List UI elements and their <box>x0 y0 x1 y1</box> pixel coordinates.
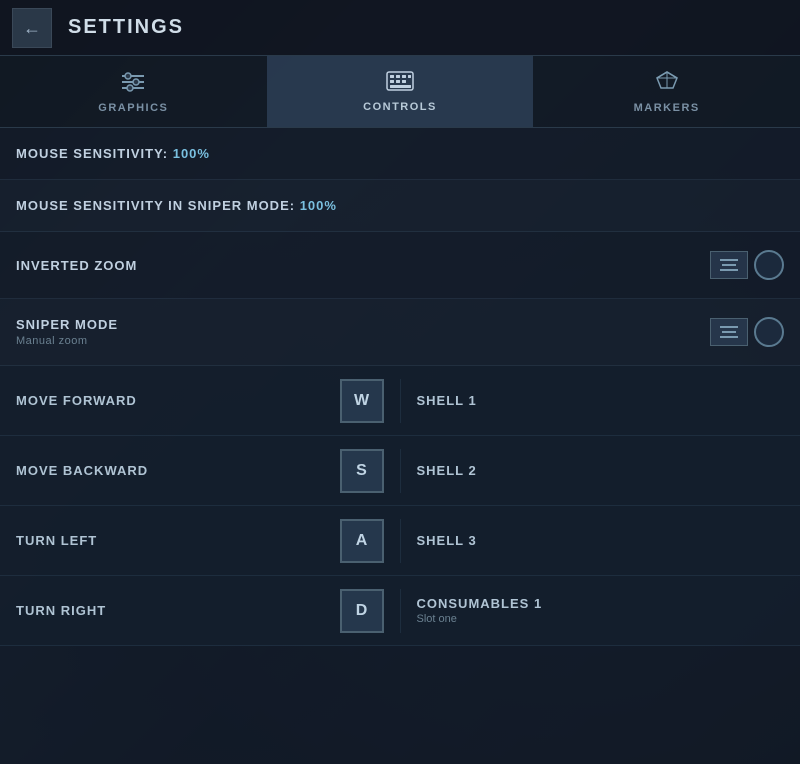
tab-controls[interactable]: CONTROLS <box>267 56 534 127</box>
move-backward-label: MOVE BACKWARD <box>16 463 340 478</box>
header: ← SETTINGS <box>0 0 800 56</box>
toggle-circle <box>754 250 784 280</box>
sniper-mode-toggle[interactable] <box>710 317 784 347</box>
move-forward-label: MOVE FORWARD <box>16 393 340 408</box>
keybind-left-3: TURN RIGHT D <box>0 589 401 633</box>
shell1-label: SHELL 1 <box>417 393 785 408</box>
tab-graphics-label: GRAPHICS <box>98 102 168 114</box>
shell2-label: SHELL 2 <box>417 463 785 478</box>
consumables1-group: CONSUMABLES 1 Slot one <box>417 596 785 625</box>
sniper-toggle-lines-icon <box>710 318 748 346</box>
tab-graphics[interactable]: GRAPHICS <box>0 56 267 127</box>
move-backward-key[interactable]: S <box>340 449 384 493</box>
keybind-row-1: MOVE BACKWARD S SHELL 2 <box>0 436 800 506</box>
sniper-mode-label: SNIPER MODE <box>16 317 118 332</box>
sniper-mode-sublabel: Manual zoom <box>16 335 118 347</box>
keybind-row-2: TURN LEFT A SHELL 3 <box>0 506 800 576</box>
controls-icon <box>386 71 414 97</box>
keybind-section: MOVE FORWARD W SHELL 1 MOVE BACKWARD S <box>0 366 800 646</box>
graphics-icon <box>120 70 146 98</box>
turn-right-label: TURN RIGHT <box>16 603 340 618</box>
consumables1-label: CONSUMABLES 1 <box>417 596 785 611</box>
mouse-sensitivity-label: MOUSE SENSITIVITY: 100% <box>16 146 210 161</box>
tab-markers-label: MARKERS <box>634 102 700 114</box>
sniper-mode-label-group: SNIPER MODE Manual zoom <box>16 317 118 347</box>
toggle-lines-icon <box>710 251 748 279</box>
keybind-left-1: MOVE BACKWARD S <box>0 449 401 493</box>
mouse-sensitivity-sniper-label: MOUSE SENSITIVITY IN SNIPER MODE: 100% <box>16 198 337 213</box>
settings-content: MOUSE SENSITIVITY: 100% MOUSE SENSITIVIT… <box>0 128 800 764</box>
keybind-right-3: CONSUMABLES 1 Slot one <box>401 596 800 625</box>
back-button[interactable]: ← <box>12 8 52 48</box>
keybind-right-2: SHELL 3 <box>401 533 800 548</box>
sniper-toggle-circle <box>754 317 784 347</box>
inverted-zoom-label: INVERTED ZOOM <box>16 258 137 273</box>
sniper-mode-row[interactable]: SNIPER MODE Manual zoom <box>0 299 800 366</box>
shell3-group: SHELL 3 <box>417 533 785 548</box>
move-forward-key[interactable]: W <box>340 379 384 423</box>
page-title: SETTINGS <box>68 16 184 39</box>
tab-markers[interactable]: MARKERS <box>533 56 800 127</box>
mouse-sensitivity-sniper-row[interactable]: MOUSE SENSITIVITY IN SNIPER MODE: 100% <box>0 180 800 232</box>
tab-controls-label: CONTROLS <box>363 101 437 113</box>
consumables1-sublabel: Slot one <box>417 613 785 625</box>
turn-left-key[interactable]: A <box>340 519 384 563</box>
inverted-zoom-toggle[interactable] <box>710 250 784 280</box>
mouse-sensitivity-row[interactable]: MOUSE SENSITIVITY: 100% <box>0 128 800 180</box>
tab-bar: GRAPHICS CONTROLS <box>0 56 800 128</box>
shell3-label: SHELL 3 <box>417 533 785 548</box>
markers-icon <box>653 70 681 98</box>
turn-right-key[interactable]: D <box>340 589 384 633</box>
shell1-group: SHELL 1 <box>417 393 785 408</box>
keybind-row-3: TURN RIGHT D CONSUMABLES 1 Slot one <box>0 576 800 646</box>
turn-left-label: TURN LEFT <box>16 533 340 548</box>
shell2-group: SHELL 2 <box>417 463 785 478</box>
keybind-right-1: SHELL 2 <box>401 463 800 478</box>
keybind-left-2: TURN LEFT A <box>0 519 401 563</box>
inverted-zoom-row[interactable]: INVERTED ZOOM <box>0 232 800 299</box>
back-arrow-icon: ← <box>23 19 41 37</box>
keybind-left-0: MOVE FORWARD W <box>0 379 401 423</box>
keybind-right-0: SHELL 1 <box>401 393 800 408</box>
keybind-row-0: MOVE FORWARD W SHELL 1 <box>0 366 800 436</box>
